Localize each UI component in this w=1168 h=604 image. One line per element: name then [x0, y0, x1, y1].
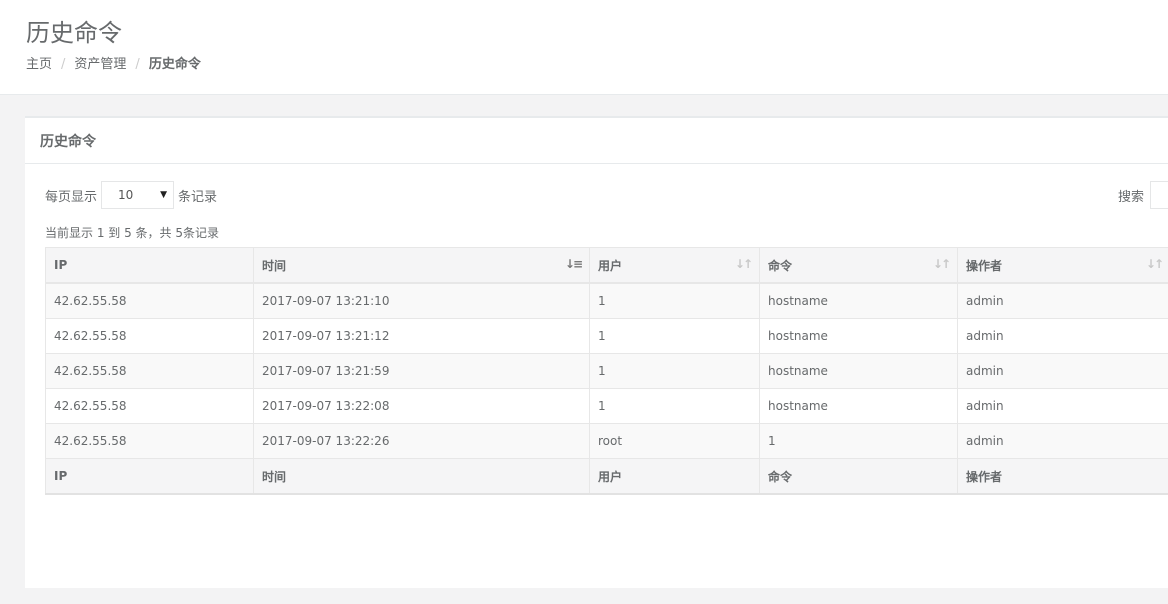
- column-header-command[interactable]: 命令 ↓↑: [759, 247, 958, 284]
- search-label: 搜索: [1117, 189, 1144, 205]
- cell-user: 1: [589, 353, 760, 389]
- breadcrumb-asset-link[interactable]: 资产管理: [74, 56, 126, 74]
- page-heading: 历史命令 主页 / 资产管理 / 历史命令: [0, 0, 1168, 95]
- table-row: 42.62.55.58 2017-09-07 13:22:08 1 hostna…: [45, 388, 1168, 424]
- cell-operator: admin: [957, 423, 1168, 459]
- table-header-row: IP 时间 ↓≡ 用户 ↓↑ 命令 ↓↑ 操作者 ↓↑: [45, 247, 1168, 284]
- column-header-ip[interactable]: IP: [45, 247, 254, 284]
- column-header-user[interactable]: 用户 ↓↑: [589, 247, 760, 284]
- cell-time: 2017-09-07 13:21:12: [253, 318, 590, 354]
- page-length-value: 10: [118, 188, 134, 202]
- cell-command: 1: [759, 423, 958, 459]
- breadcrumb-separator: /: [61, 57, 66, 72]
- panel-header: 历史命令: [25, 118, 1168, 164]
- search-control: 搜索: [1118, 181, 1168, 209]
- history-table: IP 时间 ↓≡ 用户 ↓↑ 命令 ↓↑ 操作者 ↓↑ 42.62.55.58 2017…: [45, 247, 1168, 495]
- column-footer-user: 用户: [589, 458, 760, 495]
- cell-time: 2017-09-07 13:21:59: [253, 353, 590, 389]
- cell-operator: admin: [957, 318, 1168, 354]
- cell-ip: 42.62.55.58: [45, 423, 254, 459]
- cell-user: 1: [589, 318, 760, 354]
- length-prefix-label: 每页显示: [45, 189, 98, 205]
- cell-command: hostname: [759, 353, 958, 389]
- cell-ip: 42.62.55.58: [45, 388, 254, 424]
- sort-both-icon: ↓↑: [932, 257, 951, 271]
- history-panel: 历史命令 每页显示 10 ▼ 条记录 搜索 当前显示 1 到 5 条，共 5条记…: [25, 116, 1168, 588]
- cell-operator: admin: [957, 388, 1168, 424]
- sort-both-icon: ↓↑: [734, 257, 753, 271]
- cell-user: 1: [589, 388, 760, 424]
- cell-user: root: [589, 423, 760, 459]
- sort-asc-icon: ↓≡: [564, 257, 583, 271]
- table-info: 当前显示 1 到 5 条，共 5条记录: [45, 226, 219, 240]
- cell-user: 1: [589, 282, 760, 319]
- column-footer-time: 时间: [253, 458, 590, 495]
- breadcrumb-separator: /: [135, 57, 140, 72]
- column-footer-ip: IP: [45, 458, 254, 495]
- cell-ip: 42.62.55.58: [45, 318, 254, 354]
- cell-time: 2017-09-07 13:22:26: [253, 423, 590, 459]
- cell-ip: 42.62.55.58: [45, 353, 254, 389]
- table-row: 42.62.55.58 2017-09-07 13:21:12 1 hostna…: [45, 318, 1168, 354]
- cell-operator: admin: [957, 353, 1168, 389]
- cell-command: hostname: [759, 388, 958, 424]
- breadcrumb-home-link[interactable]: 主页: [26, 56, 52, 74]
- breadcrumb-current: 历史命令: [148, 57, 201, 72]
- column-header-time[interactable]: 时间 ↓≡: [253, 247, 590, 284]
- caret-down-icon: ▼: [160, 190, 168, 200]
- breadcrumb: 主页 / 资产管理 / 历史命令: [26, 56, 201, 74]
- search-input[interactable]: [1150, 181, 1168, 209]
- sort-both-icon: ↓↑: [1145, 257, 1164, 271]
- page-title: 历史命令: [26, 19, 122, 47]
- panel-title: 历史命令: [40, 133, 96, 150]
- cell-time: 2017-09-07 13:22:08: [253, 388, 590, 424]
- column-header-operator[interactable]: 操作者 ↓↑: [957, 247, 1168, 284]
- column-footer-operator: 操作者: [957, 458, 1168, 495]
- length-suffix-label: 条记录: [178, 189, 218, 205]
- table-footer-row: IP 时间 用户 命令 操作者: [45, 458, 1168, 495]
- page-length-select[interactable]: 10 ▼: [101, 181, 175, 209]
- table-row: 42.62.55.58 2017-09-07 13:22:26 root 1 a…: [45, 423, 1168, 459]
- column-footer-command: 命令: [759, 458, 958, 495]
- table-row: 42.62.55.58 2017-09-07 13:21:59 1 hostna…: [45, 353, 1168, 389]
- table-row: 42.62.55.58 2017-09-07 13:21:10 1 hostna…: [45, 282, 1168, 319]
- cell-time: 2017-09-07 13:21:10: [253, 282, 590, 319]
- cell-command: hostname: [759, 282, 958, 319]
- cell-command: hostname: [759, 318, 958, 354]
- cell-ip: 42.62.55.58: [45, 282, 254, 319]
- cell-operator: admin: [957, 282, 1168, 319]
- page-length-control: 每页显示 10 ▼ 条记录: [45, 181, 217, 209]
